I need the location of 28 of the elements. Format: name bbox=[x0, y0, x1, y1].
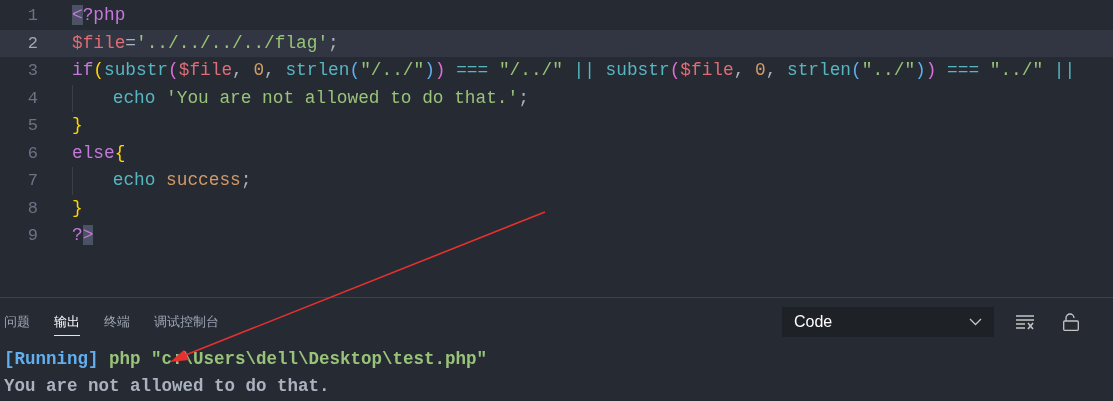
line-number: 9 bbox=[26, 225, 38, 247]
clear-output-icon[interactable] bbox=[1016, 314, 1035, 330]
line-number: 7 bbox=[26, 170, 38, 192]
line-number: 1 bbox=[26, 5, 38, 27]
panel-tab[interactable]: 问题 bbox=[4, 307, 30, 337]
channel-dropdown[interactable]: Code bbox=[782, 307, 994, 337]
code-line: echo 'You are not allowed to do that.'; bbox=[112, 86, 529, 110]
line-number: 4 bbox=[26, 87, 38, 110]
code-line: } bbox=[72, 114, 83, 137]
panel-tab[interactable]: 终端 bbox=[104, 307, 130, 337]
line-number: 6 bbox=[26, 142, 38, 165]
chevron-down-icon bbox=[969, 318, 982, 326]
line-number: 8 bbox=[26, 197, 38, 220]
line-number: 3 bbox=[26, 60, 38, 82]
code-line: else{ bbox=[72, 141, 126, 165]
panel-tab[interactable]: 输出 bbox=[54, 307, 80, 337]
code-line: $file='../../../../flag'; bbox=[72, 31, 339, 55]
code-line: echo success; bbox=[112, 169, 252, 192]
output-line: [Running] php "c:\Users\dell\Desktop\test.php" bbox=[3, 348, 489, 371]
panel-tab[interactable]: 调试控制台 bbox=[154, 307, 219, 337]
code-line: <?php bbox=[72, 4, 126, 27]
code-line: ?> bbox=[72, 224, 94, 247]
code-line: } bbox=[72, 196, 83, 220]
line-number: 5 bbox=[26, 115, 38, 137]
code-line: if(substr($file, 0, strlen("/../")) === "/../" || substr($file, 0, strlen("../")) === "../" || bbox=[72, 59, 1076, 82]
output-line: You are not allowed to do that. bbox=[3, 375, 331, 398]
line-number: 2 bbox=[26, 32, 38, 55]
unlock-icon[interactable] bbox=[1063, 313, 1079, 331]
